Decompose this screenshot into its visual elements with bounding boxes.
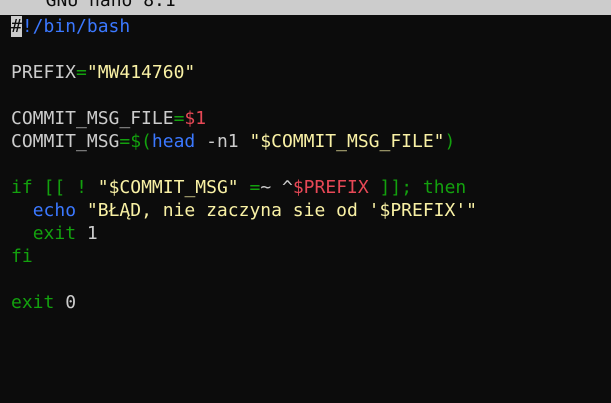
- code-token: head: [151, 131, 196, 152]
- code-token: !: [76, 177, 87, 198]
- code-token: !/bin/bash: [21, 16, 131, 37]
- code-token: $1: [184, 108, 207, 129]
- code-line[interactable]: COMMIT_MSG_FILE=$1: [11, 107, 611, 130]
- code-line[interactable]: echo "BŁĄD, nie zaczyna sie od '$PREFIX'…: [11, 199, 611, 222]
- code-token: $PREFIX: [292, 177, 369, 198]
- code-token: COMMIT_MSG_FILE: [11, 108, 174, 129]
- nano-title-bar: GNU nano 8.1: [0, 0, 611, 15]
- code-token: =: [249, 177, 261, 198]
- code-line[interactable]: if [[ ! "$COMMIT_MSG" =~ ^$PREFIX ]]; th…: [11, 176, 611, 199]
- code-token: fi: [11, 246, 33, 267]
- code-token: COMMIT_MSG: [11, 131, 120, 152]
- code-token: "BŁĄD, nie zaczyna sie od '$PREFIX'": [86, 200, 478, 221]
- code-token: ): [444, 131, 456, 152]
- code-line[interactable]: [11, 153, 611, 176]
- code-token: =: [173, 108, 185, 129]
- code-line[interactable]: fi: [11, 245, 611, 268]
- code-token: if: [11, 177, 33, 198]
- text-cursor: #: [11, 16, 22, 37]
- code-line[interactable]: [11, 38, 611, 61]
- code-token: echo: [32, 200, 77, 221]
- code-line[interactable]: [11, 84, 611, 107]
- nano-title: GNU nano 8.1: [24, 0, 176, 11]
- code-token: ~ ^: [260, 177, 293, 198]
- code-token: "$COMMIT_MSG": [97, 177, 239, 198]
- code-line[interactable]: PREFIX="MW414760": [11, 61, 611, 84]
- code-token: exit: [32, 223, 77, 244]
- code-line[interactable]: exit 1: [11, 222, 611, 245]
- code-token: $(: [130, 131, 152, 152]
- code-token: =: [76, 62, 87, 83]
- editor-area[interactable]: #!/bin/bash PREFIX="MW414760" COMMIT_MSG…: [11, 15, 611, 314]
- code-token: =: [119, 131, 131, 152]
- code-token: "$COMMIT_MSG_FILE": [249, 131, 445, 152]
- code-token: 1: [76, 223, 98, 244]
- code-token: 0: [54, 292, 77, 313]
- code-token: ]]; then: [379, 177, 467, 198]
- code-token: [[: [43, 177, 66, 198]
- code-token: exit: [11, 292, 55, 313]
- code-line[interactable]: #!/bin/bash: [11, 15, 611, 38]
- code-line[interactable]: exit 0: [11, 291, 611, 314]
- code-token: PREFIX: [11, 62, 77, 83]
- code-line[interactable]: COMMIT_MSG=$(head -n1 "$COMMIT_MSG_FILE"…: [11, 130, 611, 153]
- code-token: -n1: [195, 131, 250, 152]
- code-line[interactable]: [11, 268, 611, 291]
- code-token: "MW414760": [86, 62, 196, 83]
